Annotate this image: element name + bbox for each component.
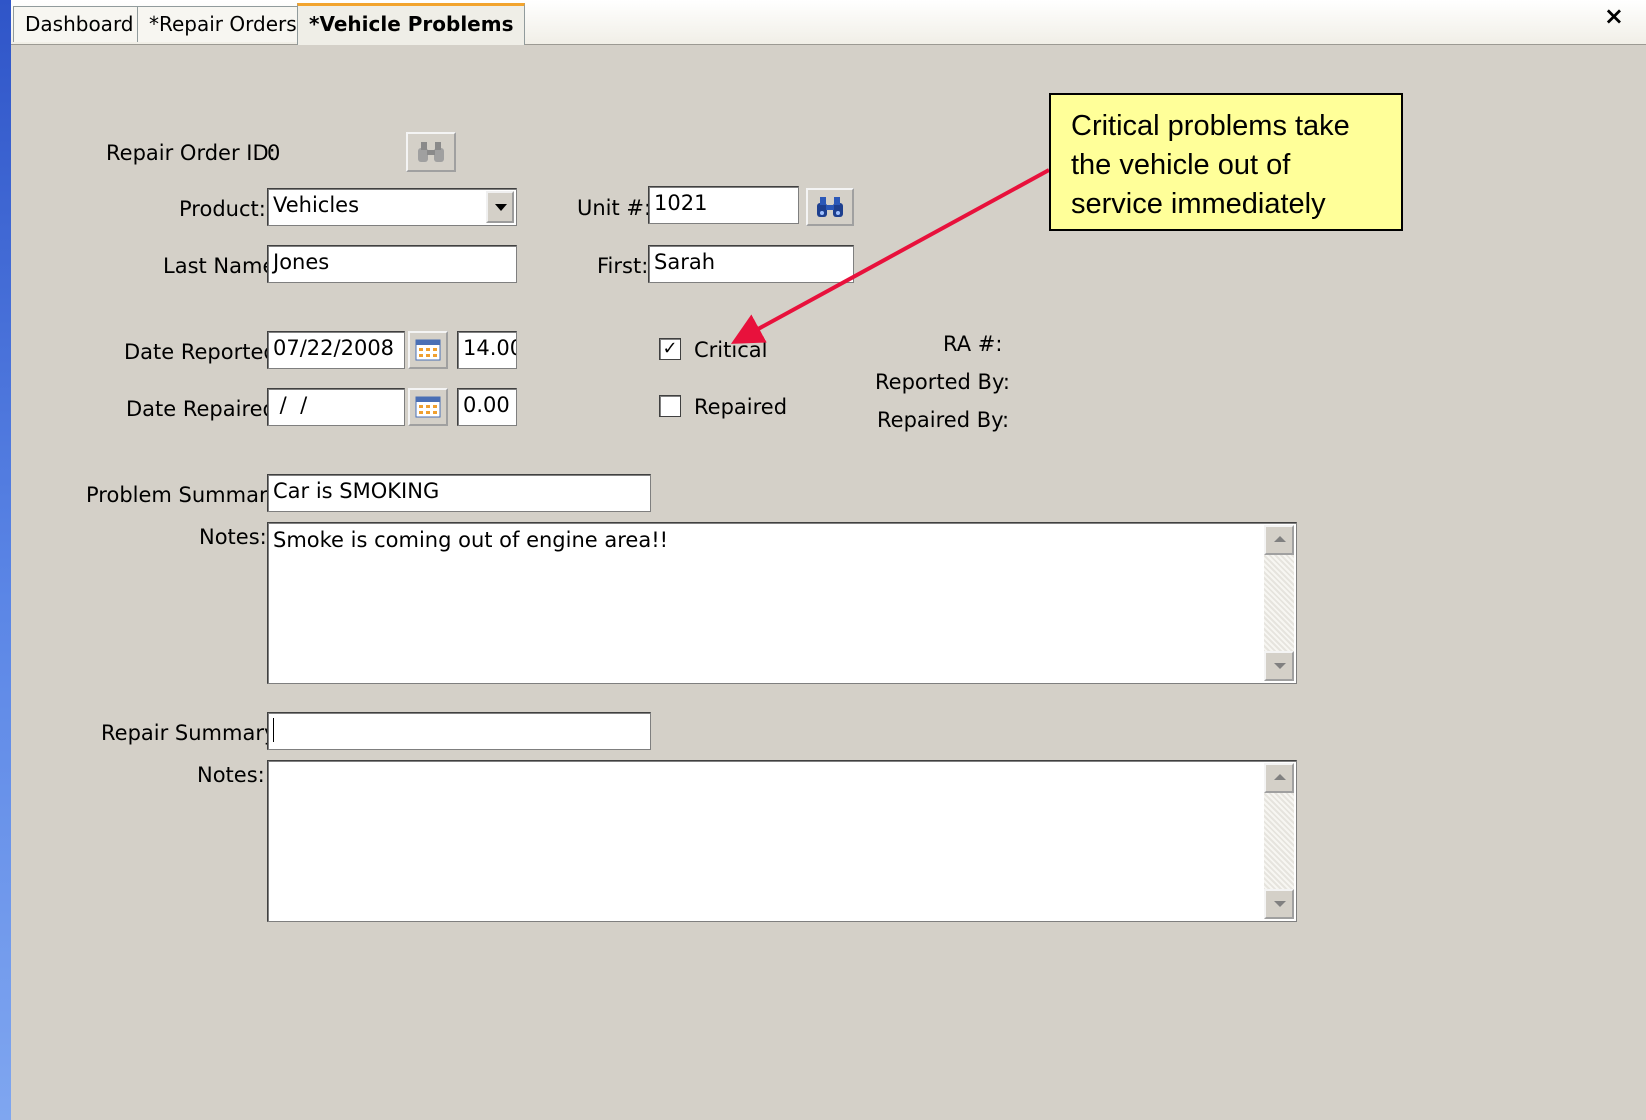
callout-note: Critical problems take the vehicle out o… — [1049, 93, 1403, 231]
arrow-line — [730, 168, 1050, 344]
tab-vehicle-problems[interactable]: *Vehicle Problems — [297, 3, 526, 45]
